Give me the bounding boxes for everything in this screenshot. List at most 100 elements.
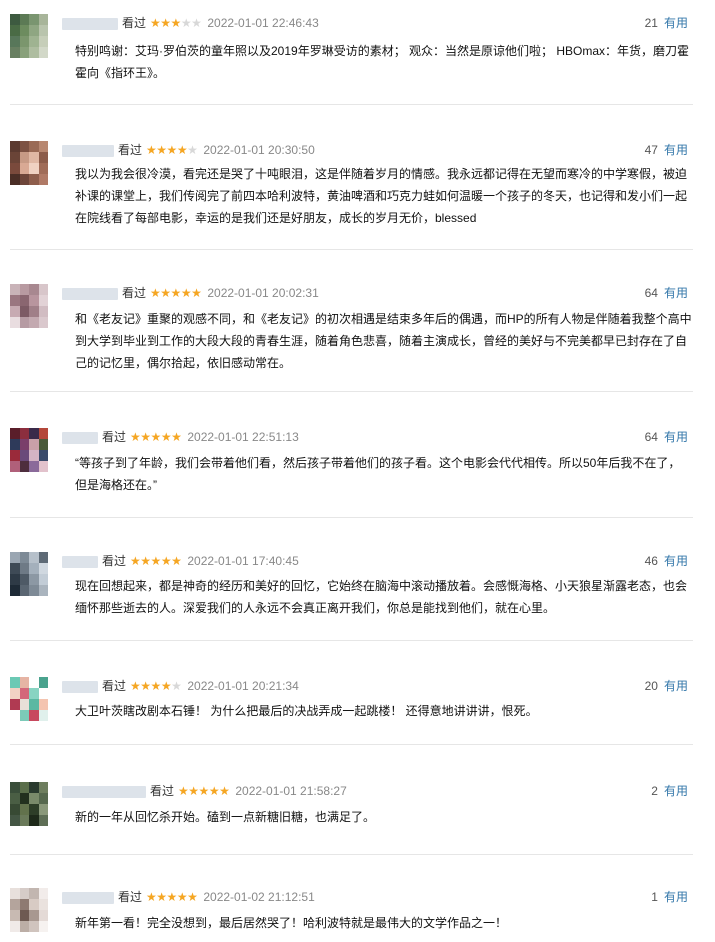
avatar-tile [19, 899, 29, 910]
avatar-tile [10, 815, 20, 826]
divider [10, 640, 693, 641]
star-filled-icon: ★ [208, 784, 220, 798]
avatar-tile [29, 36, 39, 47]
avatar[interactable] [10, 428, 48, 472]
avatar-tile [29, 677, 39, 688]
avatar-tile [10, 688, 20, 699]
star-filled-icon: ★ [160, 286, 171, 300]
avatar-tile [38, 888, 48, 899]
star-filled-icon: ★ [130, 554, 141, 568]
avatar-tile [29, 574, 39, 585]
star-filled-icon: ★ [171, 554, 182, 568]
star-empty-icon: ★ [171, 679, 182, 693]
useful-votes: 47 有用 [645, 141, 688, 159]
avatar-tile [19, 815, 29, 826]
username-blurred[interactable] [62, 431, 98, 444]
avatar-tile [10, 450, 20, 461]
avatar-tile [10, 574, 20, 585]
star-filled-icon: ★ [140, 430, 151, 444]
avatar[interactable] [10, 14, 48, 58]
avatar-tile [38, 921, 48, 932]
star-filled-icon: ★ [140, 679, 151, 693]
avatar-tile [38, 25, 48, 36]
star-filled-icon: ★ [170, 286, 182, 300]
star-filled-icon: ★ [160, 16, 171, 30]
avatar-tile [38, 899, 48, 910]
avatar-tile [10, 36, 20, 47]
star-filled-icon: ★ [156, 890, 167, 904]
username-blurred[interactable] [62, 287, 118, 300]
review-meta: 看过 ★★★★★ 2022-01-01 22:46:43 [62, 14, 319, 32]
vote-count: 2 [651, 784, 658, 798]
username-blurred[interactable] [62, 144, 114, 157]
star-empty-icon: ★ [180, 16, 192, 30]
username-blurred[interactable] [62, 680, 98, 693]
star-filled-icon: ★ [160, 679, 172, 693]
avatar[interactable] [10, 888, 48, 932]
username-blurred[interactable] [62, 17, 118, 30]
avatar-tile [10, 141, 20, 152]
avatar-tile [29, 25, 39, 36]
avatar-tile [38, 174, 48, 185]
avatar-tile [10, 921, 20, 932]
useful-votes: 21 有用 [645, 14, 688, 32]
vote-count: 64 [644, 430, 658, 444]
avatar-tile [10, 47, 20, 58]
useful-button[interactable]: 有用 [664, 784, 688, 798]
avatar-tile [29, 306, 39, 317]
rating-stars: ★★★★★ [130, 552, 182, 570]
avatar-tile [10, 782, 20, 793]
username-blurred[interactable] [62, 891, 114, 904]
avatar-tile [38, 428, 48, 439]
review-content: 和《老友记》重聚的观感不同，和《老友记》的初次相遇是结束多年后的偶遇，而HP的所… [75, 312, 692, 370]
avatar-tile [10, 163, 20, 174]
avatar-tile [10, 910, 20, 921]
star-filled-icon: ★ [180, 286, 192, 300]
review-content: 新的一年从回忆杀开始。磕到一点新糖旧糖，也满足了。 [75, 810, 376, 824]
avatar-tile [10, 563, 20, 574]
avatar-tile [19, 317, 29, 328]
avatar-tile [38, 141, 48, 152]
avatar-tile [29, 804, 39, 815]
divider [10, 249, 693, 250]
avatar-tile [10, 152, 20, 163]
avatar-tile [10, 284, 20, 295]
avatar-tile [10, 25, 20, 36]
avatar-tile [19, 450, 29, 461]
avatar-tile [19, 306, 29, 317]
useful-votes: 2 有用 [651, 782, 688, 800]
avatar-tile [38, 163, 48, 174]
useful-button[interactable]: 有用 [664, 890, 688, 904]
avatar[interactable] [10, 552, 48, 596]
watched-label: 看过 [118, 143, 143, 157]
username-blurred[interactable] [62, 785, 146, 798]
avatar-tile [19, 888, 29, 899]
avatar-tile [10, 552, 20, 563]
useful-button[interactable]: 有用 [664, 679, 688, 693]
avatar-tile [19, 152, 29, 163]
useful-button[interactable]: 有用 [664, 554, 688, 568]
avatar-tile [10, 174, 20, 185]
avatar-tile [10, 585, 20, 596]
useful-button[interactable]: 有用 [664, 286, 688, 300]
useful-button[interactable]: 有用 [664, 16, 688, 30]
avatar-tile [19, 428, 29, 439]
review-time: 2022-01-01 20:02:31 [207, 286, 319, 300]
avatar-tile [38, 461, 48, 472]
review-time: 2022-01-01 21:58:27 [235, 784, 347, 798]
star-empty-icon: ★ [187, 143, 198, 157]
useful-button[interactable]: 有用 [664, 143, 688, 157]
avatar-tile [19, 141, 29, 152]
avatar[interactable] [10, 284, 48, 328]
avatar-tile [19, 688, 29, 699]
username-blurred[interactable] [62, 555, 98, 568]
avatar-tile [19, 793, 29, 804]
avatar-tile [29, 921, 39, 932]
avatar[interactable] [10, 677, 48, 721]
avatar-tile [29, 284, 39, 295]
useful-button[interactable]: 有用 [664, 430, 688, 444]
star-filled-icon: ★ [150, 679, 162, 693]
avatar[interactable] [10, 141, 48, 185]
avatar[interactable] [10, 782, 48, 826]
avatar-tile [10, 306, 20, 317]
